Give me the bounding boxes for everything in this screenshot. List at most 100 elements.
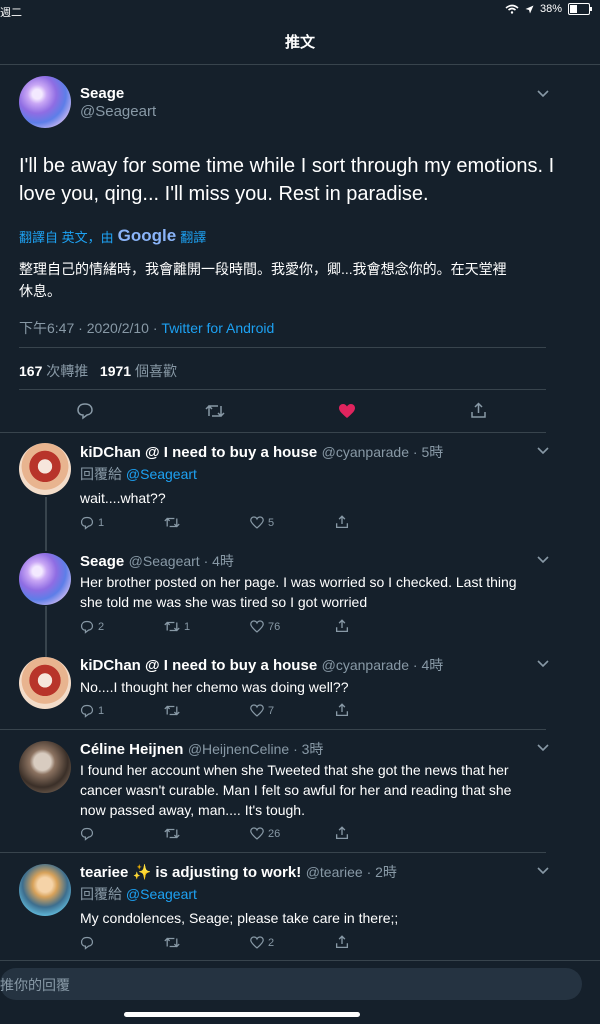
chevron-down-icon[interactable] <box>537 660 549 668</box>
reply-author-handle[interactable]: @Seageart · 4時 <box>129 553 234 569</box>
reply-action[interactable]: 1 <box>80 704 104 718</box>
mention-link[interactable]: @Seageart <box>126 886 197 902</box>
tweet-text-line-2: love you, qing... I'll miss you. Rest in… <box>19 183 429 205</box>
avatar[interactable] <box>19 76 71 128</box>
reply-author-name[interactable]: Seage <box>80 553 124 570</box>
divider <box>0 729 546 730</box>
reply-text-line-2: she told me was she was tired so I got w… <box>80 594 368 610</box>
reply-header: teariee ✨ is adjusting to work! @teariee… <box>80 862 397 882</box>
location-icon <box>525 5 534 13</box>
reply-action[interactable] <box>80 936 98 950</box>
retweet-action[interactable] <box>164 827 184 840</box>
divider <box>0 960 600 961</box>
tweet-author-name[interactable]: Seage <box>80 85 124 102</box>
avatar[interactable] <box>19 553 71 605</box>
tweet-meta: 下午6:47 · 2020/2/10 · Twitter for Android <box>19 318 274 338</box>
avatar[interactable] <box>19 443 71 495</box>
tweet-timestamp: 下午6:47 · 2020/2/10 · <box>19 320 158 336</box>
wifi-icon <box>505 4 519 14</box>
reply-action[interactable]: 1 <box>80 516 104 530</box>
chevron-down-icon[interactable] <box>537 744 549 752</box>
like-action[interactable]: 7 <box>250 704 274 717</box>
share-icon[interactable] <box>335 515 349 529</box>
divider <box>0 852 546 853</box>
reply-compose-placeholder: 推你的回覆 <box>0 977 70 993</box>
reply-icon <box>80 620 94 634</box>
reply-text-line-2: cancer wasn't curable. Man I felt so awf… <box>80 782 512 798</box>
translation-prefix: 翻譯自 英文，由 <box>19 229 114 245</box>
reply-count: 1 <box>98 705 105 717</box>
chevron-down-icon[interactable] <box>537 556 549 564</box>
like-action[interactable]: 5 <box>250 516 274 529</box>
like-icon[interactable] <box>338 403 356 419</box>
reply-author-handle[interactable]: @cyanparade · 4時 <box>322 657 444 673</box>
reply-author-name[interactable]: kiDChan @ I need to buy a house <box>80 657 317 674</box>
reply-author-name[interactable]: Céline Heijnen <box>80 741 183 758</box>
share-icon[interactable] <box>470 402 487 419</box>
translated-text-line-1: 整理自己的情緒時，我會離開一段時間。我愛你，卿...我會想念你的。在天堂裡 <box>19 261 507 277</box>
engagement-stats: 167 次轉推 1971 個喜歡 <box>19 361 177 381</box>
reply-text: wait....what?? <box>80 490 166 506</box>
retweet-count[interactable]: 167 次轉推 <box>19 363 88 379</box>
like-action[interactable]: 76 <box>250 620 280 633</box>
chevron-down-icon[interactable] <box>537 867 549 875</box>
reply-header: Seage @Seageart · 4時 <box>80 551 234 571</box>
reply-compose-input[interactable]: 推你的回覆 <box>0 968 582 1000</box>
tweet-text-line-1: I'll be away for some time while I sort … <box>19 155 555 177</box>
reply-author-handle[interactable]: @cyanparade · 5時 <box>322 444 444 460</box>
retweet-action[interactable] <box>164 936 184 949</box>
retweet-action[interactable] <box>164 704 184 717</box>
reply-count: 2 <box>98 621 105 633</box>
share-icon[interactable] <box>335 703 349 717</box>
reply-author-handle[interactable]: @HeijnenCeline · 3時 <box>188 741 324 757</box>
battery-percent: 38% <box>539 3 562 15</box>
like-icon <box>250 936 264 949</box>
top-bar: 推文 <box>0 22 600 65</box>
translated-text-line-2: 休息。 <box>19 283 61 299</box>
mention-link[interactable]: @Seageart <box>126 466 197 482</box>
home-indicator[interactable] <box>124 1012 360 1017</box>
translation-attribution[interactable]: 翻譯自 英文，由 Google 翻譯 <box>19 226 206 246</box>
reply-action[interactable] <box>80 827 98 841</box>
reply-text-line-1: Her brother posted on her page. I was wo… <box>80 574 517 590</box>
like-count: 76 <box>268 620 281 633</box>
thread-connector <box>45 497 47 551</box>
reply-author-name[interactable]: kiDChan @ I need to buy a house <box>80 444 317 461</box>
like-action[interactable]: 2 <box>250 936 274 949</box>
thread-connector <box>45 606 47 658</box>
replying-to: 回覆給 @Seageart <box>80 886 197 902</box>
like-icon <box>250 704 264 717</box>
tweet-author-handle[interactable]: @Seageart <box>80 103 156 120</box>
like-icon <box>250 620 264 633</box>
share-icon[interactable] <box>335 619 349 633</box>
reply-text: No....I thought her chemo was doing well… <box>80 679 349 695</box>
retweet-icon <box>164 937 180 948</box>
share-icon[interactable] <box>335 935 349 949</box>
retweet-count: 1 <box>184 620 191 633</box>
translation-suffix: 翻譯 <box>180 229 207 245</box>
reply-action[interactable]: 2 <box>80 620 104 634</box>
chevron-down-icon[interactable] <box>537 447 549 455</box>
like-action[interactable]: 26 <box>250 827 280 840</box>
like-count: 26 <box>268 827 281 840</box>
retweet-icon <box>164 705 180 716</box>
reply-author-handle[interactable]: @teariee · 2時 <box>306 864 397 880</box>
avatar[interactable] <box>19 741 71 793</box>
reply-icon[interactable] <box>76 402 94 420</box>
avatar[interactable] <box>19 864 71 916</box>
reply-icon <box>80 704 94 718</box>
reply-author-name[interactable]: teariee ✨ is adjusting to work! <box>80 864 301 881</box>
replying-to: 回覆給 @Seageart <box>80 466 197 482</box>
reply-header: kiDChan @ I need to buy a house @cyanpar… <box>80 442 443 462</box>
retweet-icon[interactable] <box>205 403 225 419</box>
page-title: 推文 <box>284 34 315 51</box>
divider <box>19 347 546 348</box>
tweet-source-link[interactable]: Twitter for Android <box>161 320 274 336</box>
like-count[interactable]: 1971 個喜歡 <box>100 363 177 379</box>
share-icon[interactable] <box>335 826 349 840</box>
avatar[interactable] <box>19 657 71 709</box>
retweet-action[interactable]: 1 <box>164 620 190 633</box>
chevron-down-icon[interactable] <box>537 90 549 98</box>
retweet-action[interactable] <box>164 516 184 529</box>
reply-icon <box>80 936 94 950</box>
